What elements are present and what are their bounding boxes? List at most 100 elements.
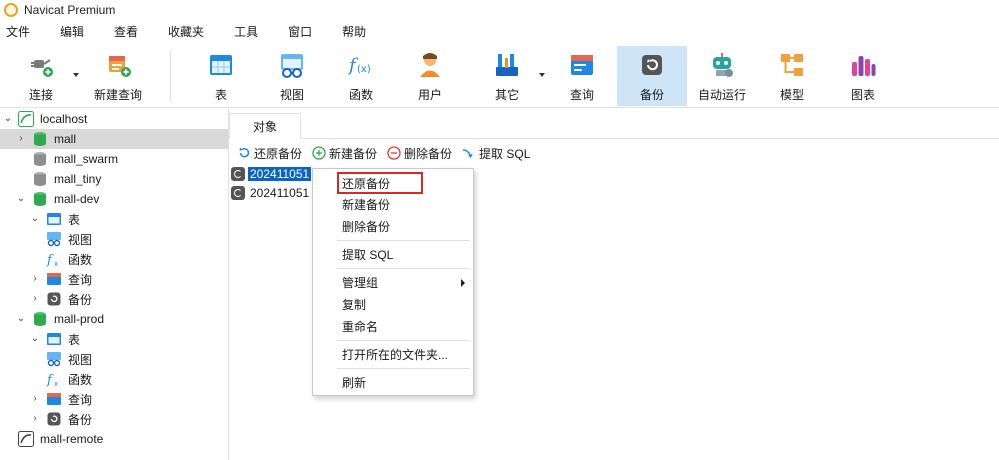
ctx-open-folder[interactable]: 打开所在的文件夹... [313, 343, 473, 365]
restore-backup-button[interactable]: 还原备份 [237, 145, 302, 162]
ctx-delete-backup[interactable]: 删除备份 [313, 215, 473, 237]
chevron-down-icon[interactable]: ⌄ [16, 314, 26, 324]
chevron-down-icon[interactable]: ⌄ [30, 214, 40, 224]
tree-item-mall-remote[interactable]: mall-remote [0, 429, 228, 449]
ctx-new-backup[interactable]: 新建备份 [313, 193, 473, 215]
view-icon [47, 232, 61, 247]
menu-help[interactable]: 帮助 [336, 23, 372, 40]
svg-text:f: f [46, 373, 54, 387]
tree-label: 表 [68, 332, 81, 347]
table-icon [47, 213, 61, 225]
chevron-right-icon[interactable]: › [30, 394, 40, 404]
tree-item-dev-views[interactable]: 视图 [0, 229, 228, 249]
function-icon: f (x) [347, 55, 371, 76]
tree-item-mall-tiny[interactable]: mall_tiny [0, 169, 228, 189]
ctx-extract-sql[interactable]: 提取 SQL [313, 243, 473, 265]
connect-dropdown-icon[interactable] [73, 73, 79, 77]
table-button[interactable]: 表 [203, 46, 239, 106]
menu-separator [337, 268, 469, 269]
ctx-rename[interactable]: 重命名 [313, 315, 473, 337]
extract-icon [463, 149, 473, 158]
view-button[interactable]: 视图 [272, 46, 312, 106]
menu-tools[interactable]: 工具 [228, 23, 264, 40]
ctx-refresh[interactable]: 刷新 [313, 371, 473, 393]
menu-file[interactable]: 文件 [0, 23, 36, 40]
restore-backup-label: 还原备份 [254, 146, 303, 161]
tree-item-dev-functions[interactable]: f x 函数 [0, 249, 228, 269]
list-item[interactable]: 202411051 [231, 165, 312, 183]
query-button[interactable]: 查询 [562, 46, 602, 106]
tree-item-prod-functions[interactable]: f x 函数 [0, 369, 228, 389]
tree-label: localhost [40, 112, 88, 126]
backup-label: 备份 [639, 88, 664, 102]
ctx-manage-group[interactable]: 管理组 [313, 271, 473, 293]
chevron-down-icon[interactable]: ⌄ [30, 334, 40, 344]
tree-item-mall-prod[interactable]: ⌄ mall-prod [0, 309, 228, 329]
chevron-down-icon[interactable]: ⌄ [3, 114, 13, 124]
chevron-right-icon[interactable]: › [30, 294, 40, 304]
menu-edit[interactable]: 编辑 [54, 23, 90, 40]
function-icon: f x [46, 253, 58, 267]
backup-button[interactable]: 备份 [617, 46, 687, 106]
menu-view[interactable]: 查看 [108, 23, 144, 40]
list-item[interactable]: 202411051 [231, 184, 311, 202]
tree-item-dev-queries[interactable]: › 查询 [0, 269, 228, 289]
tree-label: 视图 [68, 232, 93, 247]
ctx-copy[interactable]: 复制 [313, 293, 473, 315]
tree-item-mall[interactable]: › mall [0, 129, 228, 149]
chevron-right-icon[interactable]: › [30, 274, 40, 284]
tab-objects[interactable]: 对象 [229, 113, 301, 139]
tree-item-prod-queries[interactable]: › 查询 [0, 389, 228, 409]
model-button[interactable]: 模型 [772, 46, 812, 106]
tree-label: 查询 [68, 272, 93, 287]
backup-icon [47, 292, 61, 306]
query-label: 查询 [569, 88, 594, 102]
table-icon [47, 333, 61, 345]
new-backup-button[interactable]: 新建备份 [312, 145, 377, 162]
automation-button[interactable]: 自动运行 [696, 46, 748, 106]
tree-label: mall-dev [54, 192, 100, 206]
new-query-label: 新建查询 [93, 88, 142, 102]
tree-label: 函数 [68, 252, 93, 267]
restore-icon [239, 147, 250, 158]
chevron-right-icon[interactable]: › [30, 414, 40, 424]
user-button[interactable]: 用户 [410, 46, 450, 106]
extract-sql-button[interactable]: 提取 SQL [462, 145, 530, 162]
tree-label: mall_tiny [54, 172, 102, 186]
tree-item-localhost[interactable]: ⌄ localhost [0, 109, 228, 129]
delete-backup-label: 删除备份 [404, 146, 453, 161]
svg-text:f: f [46, 253, 54, 267]
chevron-right-icon[interactable]: › [16, 134, 26, 144]
tree-item-dev-backups[interactable]: › 备份 [0, 289, 228, 309]
other-dropdown-icon[interactable] [539, 73, 545, 77]
tree-item-prod-tables[interactable]: ⌄ 表 [0, 329, 228, 349]
table-label: 表 [214, 88, 227, 102]
tree-label: mall-prod [54, 312, 105, 326]
extract-sql-label: 提取 SQL [479, 146, 531, 161]
navicat-logo-icon [4, 3, 18, 17]
new-query-button[interactable]: 新建查询 [90, 46, 146, 106]
tree-item-mall-swarm[interactable]: mall_swarm [0, 149, 228, 169]
menu-window[interactable]: 窗口 [282, 23, 318, 40]
function-button[interactable]: f (x) 函数 [341, 46, 381, 106]
function-icon: f x [46, 373, 58, 387]
connect-button[interactable]: 连接 [18, 46, 64, 106]
ctx-restore-backup[interactable]: 还原备份 [313, 172, 473, 194]
tab-bar: 对象 [229, 109, 999, 139]
other-button[interactable]: 其它 [487, 46, 527, 106]
menu-favorites[interactable]: 收藏夹 [162, 23, 210, 40]
ctx-manage-group-label: 管理组 [342, 275, 379, 290]
chart-button[interactable]: 图表 [843, 46, 883, 106]
menu-separator [337, 240, 469, 241]
tree-item-dev-tables[interactable]: ⌄ 表 [0, 209, 228, 229]
tree-item-prod-backups[interactable]: › 备份 [0, 409, 228, 429]
backup-icon [47, 412, 61, 426]
chevron-down-icon[interactable]: ⌄ [16, 194, 26, 204]
window-title: Navicat Premium [24, 3, 116, 17]
file-name: 202411051 [250, 186, 310, 200]
delete-backup-button[interactable]: 删除备份 [387, 145, 452, 162]
tree-item-prod-views[interactable]: 视图 [0, 349, 228, 369]
tree-item-mall-dev[interactable]: ⌄ mall-dev [0, 189, 228, 209]
automation-label: 自动运行 [697, 88, 746, 102]
plug-icon [31, 59, 53, 77]
